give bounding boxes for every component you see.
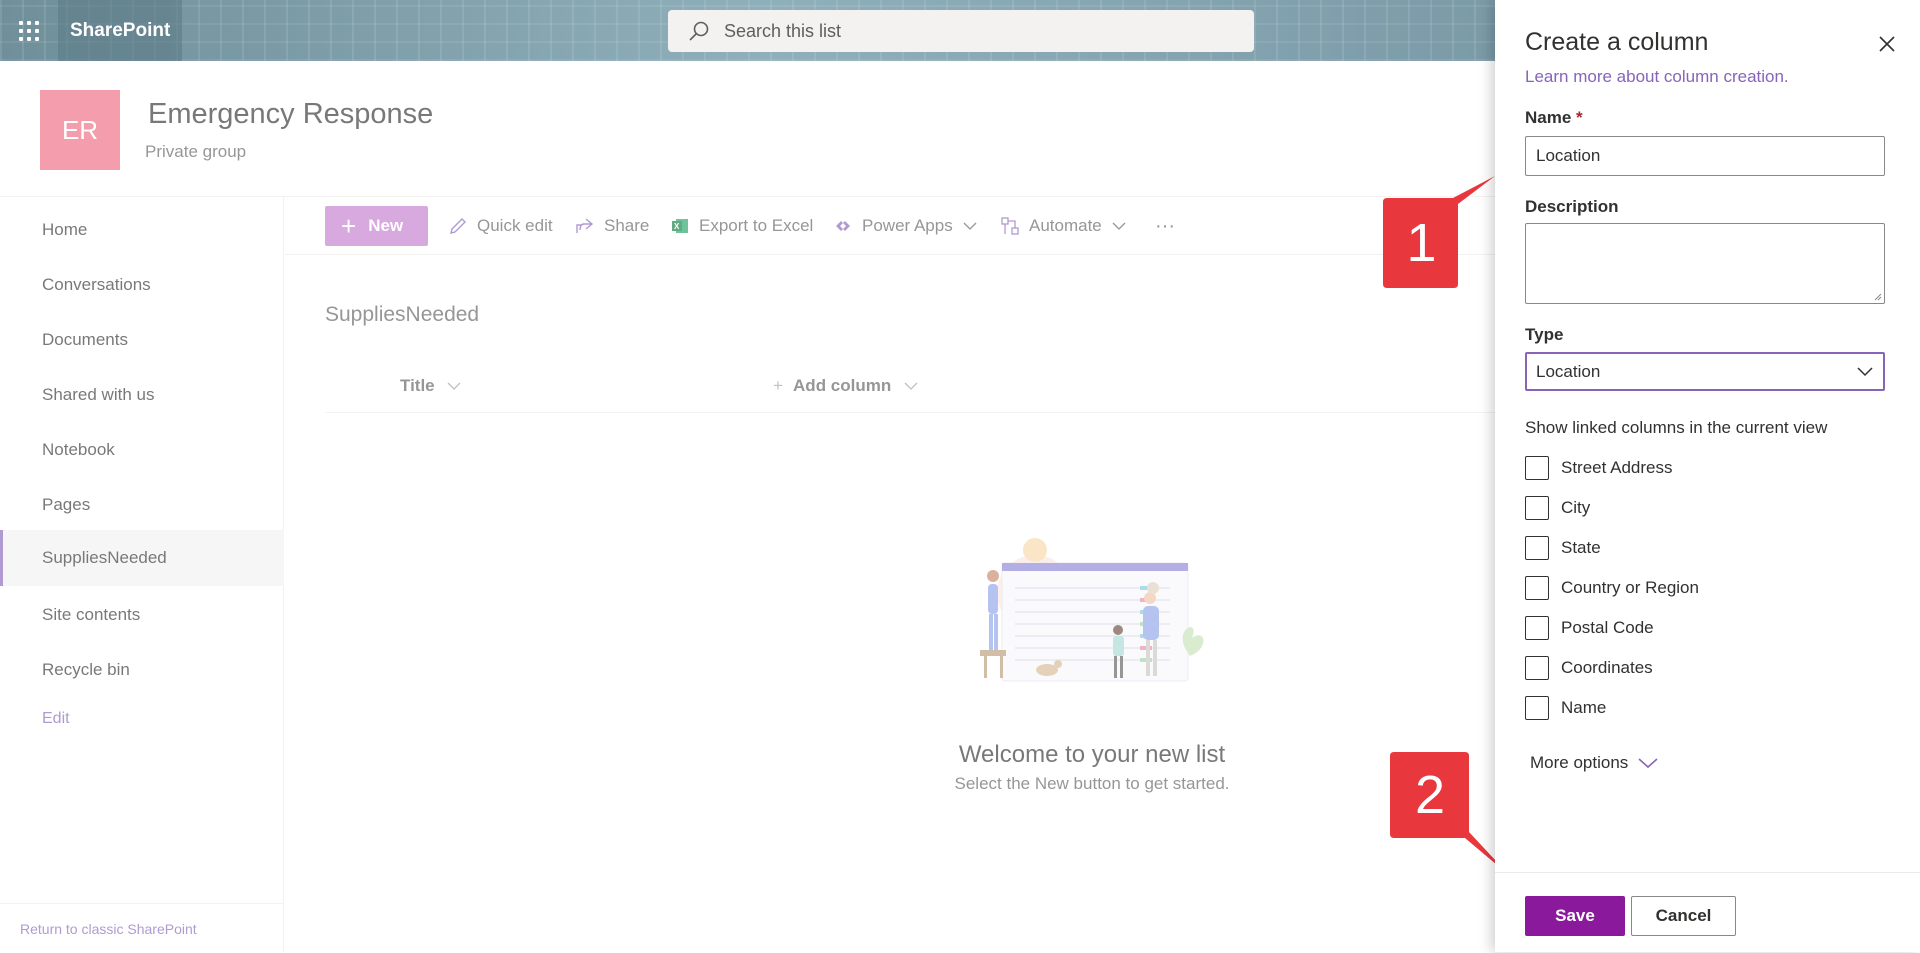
checkbox-label: Name bbox=[1561, 698, 1607, 717]
checkbox-label: Postal Code bbox=[1561, 618, 1654, 637]
more-options-button[interactable]: More options bbox=[1530, 753, 1658, 773]
resize-grip-icon bbox=[1874, 293, 1882, 301]
search-placeholder: Search this list bbox=[724, 20, 842, 41]
close-icon[interactable] bbox=[1875, 32, 1899, 56]
checkbox[interactable] bbox=[1525, 616, 1549, 640]
type-label: Type bbox=[1525, 325, 1564, 344]
callout-1: 1 bbox=[1375, 172, 1500, 292]
create-column-panel: Create a column Learn more about column … bbox=[1495, 0, 1920, 952]
panel-overlay[interactable] bbox=[0, 61, 1495, 952]
name-label: Name * bbox=[1525, 108, 1583, 128]
linked-column-city[interactable]: City bbox=[1525, 495, 1590, 521]
save-button[interactable]: Save bbox=[1525, 896, 1625, 936]
linked-column-coordinates[interactable]: Coordinates bbox=[1525, 655, 1653, 681]
name-input[interactable]: Location bbox=[1525, 136, 1885, 176]
panel-footer: Save Cancel bbox=[1495, 872, 1920, 952]
checkbox[interactable] bbox=[1525, 696, 1549, 720]
callout-1-number: 1 bbox=[1406, 213, 1437, 273]
checkbox-label: City bbox=[1561, 498, 1591, 517]
waffle-icon bbox=[19, 20, 39, 41]
checkbox-label: Coordinates bbox=[1561, 658, 1653, 677]
linked-column-name[interactable]: Name bbox=[1525, 695, 1606, 721]
panel-title: Create a column bbox=[1525, 28, 1709, 56]
app-name-link[interactable]: SharePoint bbox=[58, 0, 182, 61]
checkbox[interactable] bbox=[1525, 656, 1549, 680]
linked-column-state[interactable]: State bbox=[1525, 535, 1601, 561]
name-label-text: Name bbox=[1525, 108, 1572, 127]
checkbox-label: Country or Region bbox=[1561, 578, 1699, 597]
description-textarea[interactable] bbox=[1525, 223, 1885, 304]
checkbox[interactable] bbox=[1525, 576, 1549, 600]
search-box[interactable]: Search this list bbox=[668, 10, 1254, 52]
callout-2-number: 2 bbox=[1414, 765, 1446, 825]
linked-column-street-address[interactable]: Street Address bbox=[1525, 455, 1673, 481]
checkbox[interactable] bbox=[1525, 456, 1549, 480]
app-launcher-button[interactable] bbox=[0, 0, 58, 61]
name-input-value: Location bbox=[1536, 146, 1601, 165]
description-label: Description bbox=[1525, 197, 1619, 216]
type-dropdown[interactable]: Location bbox=[1525, 352, 1885, 391]
checkbox[interactable] bbox=[1525, 496, 1549, 520]
chevron-down-icon bbox=[1857, 367, 1873, 377]
type-dropdown-value: Location bbox=[1536, 361, 1601, 381]
linked-columns-label: Show linked columns in the current view bbox=[1525, 418, 1828, 437]
checkbox[interactable] bbox=[1525, 536, 1549, 560]
linked-column-postal-code[interactable]: Postal Code bbox=[1525, 615, 1654, 641]
required-marker: * bbox=[1576, 108, 1583, 127]
cancel-button[interactable]: Cancel bbox=[1631, 896, 1736, 936]
checkbox-label: Street Address bbox=[1561, 458, 1673, 477]
learn-more-link[interactable]: Learn more about column creation. bbox=[1525, 67, 1789, 87]
checkbox-label: State bbox=[1561, 538, 1601, 557]
chevron-down-icon bbox=[1638, 758, 1658, 769]
linked-column-country-region[interactable]: Country or Region bbox=[1525, 575, 1699, 601]
search-icon bbox=[689, 21, 709, 41]
more-options-label: More options bbox=[1530, 753, 1629, 772]
